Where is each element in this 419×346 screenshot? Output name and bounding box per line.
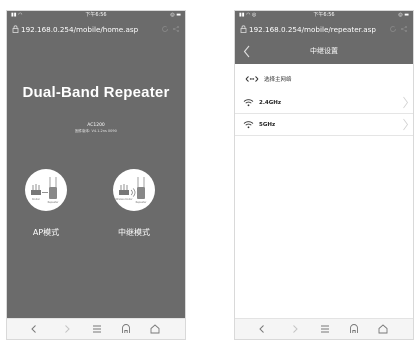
address-bar[interactable]: 192.168.0.254/mobile/repeater.asp — [235, 20, 413, 39]
band-label: 2.4GHz — [259, 99, 282, 106]
chevron-right-icon — [403, 118, 408, 131]
brand-title: Dual-Band Repeater — [22, 84, 170, 101]
band-row-2-4ghz[interactable]: 2.4GHz — [235, 92, 413, 114]
menu-icon[interactable] — [318, 322, 332, 336]
ap-repeater-label: Repeater — [48, 201, 59, 204]
url-text: 192.168.0.254/mobile/home.asp — [21, 25, 139, 34]
status-bar: ▮▮ ◠ 下午6:56 ◎ ▬ — [7, 11, 185, 20]
model-text: AC1200 — [87, 123, 105, 128]
lock-icon — [240, 25, 247, 33]
firmware-text: 固件版本: V4.1.2ns 0090 — [75, 129, 117, 133]
ap-router-label: Router — [32, 198, 40, 201]
reload-icon[interactable] — [389, 25, 397, 33]
home-screen: ▮▮ ◠ 下午6:56 ◎ ▬ 192.168.0.254/mobile/hom… — [6, 10, 186, 340]
band-row-5ghz[interactable]: 5GHz — [235, 114, 413, 136]
reload-icon[interactable] — [161, 25, 169, 33]
wireless-repeater-icon: Wireless Router Repeater — [115, 177, 147, 204]
repeater-screen: ▮▮ ◠ ◎ 下午6:56 ◎ ▬ 192.168.0.254/mobile/r… — [234, 10, 414, 340]
page-title: 中继设置 — [310, 47, 338, 55]
forward-icon[interactable] — [60, 322, 74, 336]
status-time: 下午6:56 — [313, 12, 335, 18]
lock-icon — [12, 25, 19, 33]
url-text: 192.168.0.254/mobile/repeater.asp — [249, 25, 376, 34]
repeater-mode-label[interactable]: 中继模式 — [104, 227, 164, 238]
repeater-mode-button[interactable]: Wireless Router Repeater — [113, 169, 155, 211]
chevron-right-icon — [403, 96, 408, 109]
browser-toolbar — [235, 318, 413, 339]
page-header: 中继设置 — [235, 39, 413, 64]
home-content: Dual-Band Repeater AC1200 固件版本: V4.1.2ns… — [7, 39, 185, 319]
back-icon[interactable] — [255, 322, 269, 336]
rep-router-label: Wireless Router — [115, 198, 132, 201]
select-network-header: 选择主网络 — [245, 73, 292, 85]
network-arrows-icon — [245, 76, 259, 82]
rep-repeater-label: Repeater — [136, 201, 147, 204]
share-icon[interactable] — [172, 25, 180, 33]
battery-icon: ◎ ▬ — [170, 12, 181, 18]
wifi-icon — [243, 99, 254, 107]
status-bar: ▮▮ ◠ ◎ 下午6:56 ◎ ▬ — [235, 11, 413, 20]
router-repeater-icon: Router Repeater — [31, 177, 59, 204]
section-label: 选择主网络 — [264, 77, 292, 83]
ap-mode-label[interactable]: AP模式 — [16, 227, 76, 238]
battery-icon: ◎ ▬ — [398, 12, 409, 18]
address-bar[interactable]: 192.168.0.254/mobile/home.asp — [7, 20, 185, 39]
band-label: 5GHz — [259, 121, 276, 128]
home-icon[interactable] — [119, 322, 133, 336]
forward-icon[interactable] — [288, 322, 302, 336]
home-icon[interactable] — [347, 322, 361, 336]
status-time: 下午6:56 — [85, 12, 107, 18]
menu-icon[interactable] — [90, 322, 104, 336]
tabs-icon[interactable] — [376, 322, 390, 336]
back-icon[interactable] — [27, 322, 41, 336]
tabs-icon[interactable] — [148, 322, 162, 336]
ap-mode-button[interactable]: Router Repeater — [25, 169, 67, 211]
wifi-icon — [243, 121, 254, 129]
browser-toolbar — [7, 318, 185, 339]
share-icon[interactable] — [400, 25, 408, 33]
